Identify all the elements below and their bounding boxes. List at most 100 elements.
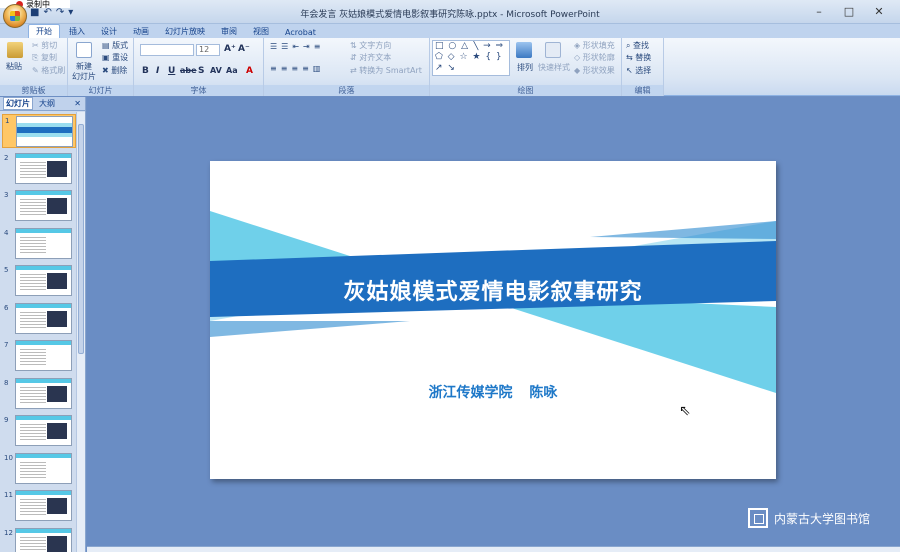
customize-qat-icon[interactable]: ▾	[68, 7, 73, 18]
shape-effects-button[interactable]: ◆ 形状效果	[574, 65, 615, 76]
slide-thumbnail[interactable]: 1	[2, 114, 76, 148]
layout-label: 版式	[112, 41, 129, 50]
slide-thumbnail[interactable]: 4	[2, 227, 76, 261]
slide-subtitle[interactable]: 浙江传媒学院 陈咏	[210, 382, 776, 402]
font-color-button[interactable]: A	[246, 66, 253, 76]
slide-thumbnail[interactable]: 11	[2, 489, 76, 523]
shape-effects-label: 形状效果	[582, 66, 615, 75]
slide-thumbnail-image	[15, 265, 72, 296]
slide-thumbnail-image	[15, 302, 72, 334]
new-slide-label-2[interactable]: 幻灯片	[72, 71, 96, 82]
slide-thumbnail[interactable]: 8	[2, 377, 76, 411]
italic-button[interactable]: I	[156, 66, 159, 76]
office-button[interactable]	[3, 4, 27, 28]
current-slide[interactable]: 灰姑娘模式爱情电影叙事研究 浙江传媒学院 陈咏	[210, 161, 776, 479]
text-direction-button[interactable]: ⇅ 文字方向	[350, 40, 391, 51]
align-text-button[interactable]: ⇵ 对齐文本	[350, 52, 391, 63]
slide-thumbnail[interactable]: 6	[2, 302, 76, 336]
slide-thumbnail-image	[15, 152, 72, 184]
delete-slide-button[interactable]: ✖ 删除	[102, 65, 127, 76]
slide-number: 3	[4, 191, 9, 199]
slide-thumbnail[interactable]: 12	[2, 527, 76, 552]
maximize-button[interactable]: □	[834, 5, 864, 18]
editing-group: ⌕ 查找 ⇆ 替换 ↖ 选择 编辑	[622, 38, 664, 96]
cut-button[interactable]: ✂ 剪切	[32, 40, 57, 51]
copy-button[interactable]: ⎘ 复制	[32, 52, 57, 63]
grow-font-button[interactable]: A⁺	[224, 44, 236, 54]
paste-button[interactable]: 粘贴	[6, 61, 22, 72]
layout-button[interactable]: ▤ 版式	[102, 40, 128, 51]
replace-button[interactable]: ⇆ 替换	[626, 52, 651, 63]
slide-number: 11	[4, 491, 13, 499]
scrollbar-thumb[interactable]	[78, 124, 84, 354]
char-spacing-button[interactable]: AV	[210, 66, 222, 75]
copy-label: 复制	[40, 53, 57, 62]
quick-styles-icon[interactable]	[545, 42, 561, 58]
tab-view[interactable]: 视图	[246, 25, 276, 38]
slide-title[interactable]: 灰姑娘模式爱情电影叙事研究	[210, 274, 776, 306]
font-name-combo[interactable]	[140, 44, 194, 56]
close-button[interactable]: ✕	[864, 5, 894, 18]
minimize-button[interactable]: –	[804, 5, 834, 18]
slide-thumbnail-image	[15, 490, 72, 521]
tab-slides[interactable]: 幻灯片	[3, 97, 33, 110]
strikethrough-button[interactable]: abe	[180, 66, 197, 75]
title-bar: 年会发言 灰姑娘模式爱情电影叙事研究陈咏.pptx - Microsoft Po…	[0, 0, 900, 24]
reset-button[interactable]: ▣ 重设	[102, 52, 128, 63]
list-buttons[interactable]: ☰☰⇤⇥≡	[270, 42, 324, 51]
tab-outline[interactable]: 大纲	[37, 98, 57, 109]
tab-insert[interactable]: 插入	[62, 25, 92, 38]
slide-number: 12	[4, 528, 13, 537]
change-case-button[interactable]: Aa	[226, 66, 238, 75]
format-painter-button[interactable]: ✎ 格式刷	[32, 65, 65, 76]
close-pane-icon[interactable]: ✕	[74, 99, 81, 108]
slide-thumbnail[interactable]: 5	[2, 264, 76, 298]
slide-background-graphic	[210, 211, 776, 393]
tab-acrobat[interactable]: Acrobat	[278, 27, 323, 38]
align-buttons[interactable]: ≡≡≡≡▥	[270, 64, 324, 73]
slides-group: 新建 幻灯片 ▤ 版式 ▣ 重设 ✖ 删除 幻灯片	[68, 38, 134, 96]
shadow-button[interactable]: S	[198, 66, 204, 76]
arrange-button[interactable]: 排列	[517, 62, 533, 73]
notes-pane-edge[interactable]	[87, 546, 900, 552]
tab-review[interactable]: 审阅	[214, 25, 244, 38]
slide-thumbnail-image	[15, 190, 72, 221]
slide-thumbnail[interactable]: 7	[2, 339, 76, 373]
slide-thumbnail[interactable]: 9	[2, 414, 76, 448]
slide-thumbnail[interactable]: 10	[2, 452, 76, 486]
tab-home[interactable]: 开始	[28, 24, 60, 38]
tab-animations[interactable]: 动画	[126, 25, 156, 38]
shapes-gallery[interactable]: □ ○ △ ╲ → ⇒ ⬠ ◇ ☆ ★ { } ↗ ↘	[432, 40, 510, 76]
reset-label: 重设	[112, 53, 129, 62]
find-button[interactable]: ⌕ 查找	[626, 40, 649, 51]
redo-icon[interactable]: ↷	[56, 7, 64, 18]
tab-design[interactable]: 设计	[94, 25, 124, 38]
paste-icon[interactable]	[7, 42, 23, 58]
slide-number: 9	[4, 416, 9, 424]
slide-thumbnail-image	[15, 452, 72, 484]
shrink-font-button[interactable]: A⁻	[238, 44, 250, 54]
library-logo-icon	[748, 508, 768, 528]
slides-group-label: 幻灯片	[68, 85, 133, 96]
slide-editing-area: 灰姑娘模式爱情电影叙事研究 浙江传媒学院 陈咏 ⇖	[87, 97, 900, 552]
slide-thumbnail[interactable]: 3	[2, 189, 76, 223]
slide-thumbnail[interactable]: 2	[2, 152, 76, 186]
font-size-combo[interactable]: 12	[196, 44, 220, 56]
slide-number: 8	[4, 378, 9, 387]
smartart-label: 转换为 SmartArt	[359, 66, 422, 75]
bold-button[interactable]: B	[142, 66, 149, 76]
slide-thumbnail-image	[15, 377, 72, 409]
quick-styles-button[interactable]: 快速样式	[538, 62, 570, 73]
thumbnail-scrollbar[interactable]	[76, 112, 85, 552]
shape-outline-button[interactable]: ◇ 形状轮廓	[574, 52, 615, 63]
tab-slideshow[interactable]: 幻灯片放映	[158, 25, 212, 38]
new-slide-icon[interactable]	[76, 42, 92, 58]
slide-thumbnail-image	[15, 527, 72, 552]
smartart-button[interactable]: ⇄ 转换为 SmartArt	[350, 65, 422, 76]
select-button[interactable]: ↖ 选择	[626, 65, 651, 76]
underline-button[interactable]: U	[168, 66, 175, 76]
arrange-icon[interactable]	[516, 42, 532, 58]
format-painter-label: 格式刷	[41, 66, 66, 75]
paragraph-group-label: 段落	[264, 85, 429, 96]
shape-fill-button[interactable]: ◈ 形状填充	[574, 40, 615, 51]
